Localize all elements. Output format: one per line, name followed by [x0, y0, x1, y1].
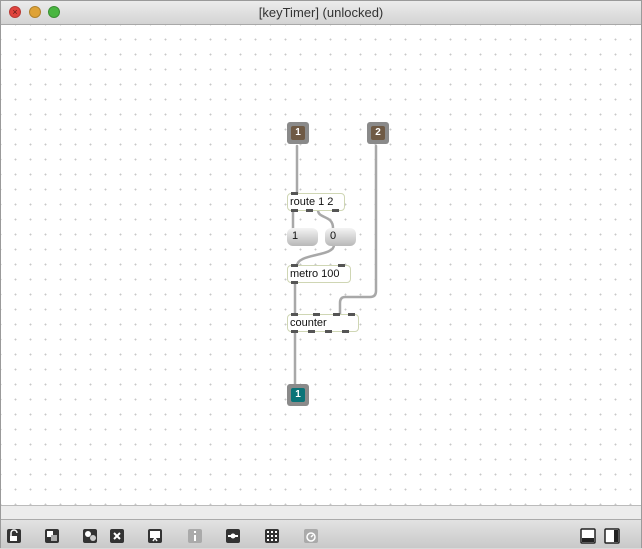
title-bar[interactable]: × [keyTimer] (unlocked) [1, 1, 641, 25]
metro-object[interactable]: metro 100 [287, 264, 351, 284]
route-outlet-3[interactable] [332, 209, 339, 212]
paint-icon[interactable] [147, 528, 163, 544]
patcher-view-icon[interactable] [580, 528, 596, 544]
window-title: [keyTimer] (unlocked) [258, 5, 384, 20]
metro-inlet-1[interactable] [291, 264, 298, 267]
bottom-toolbar [1, 519, 641, 548]
route-inlet[interactable] [291, 192, 298, 195]
metro-inlet-2[interactable] [338, 264, 345, 267]
inlet-2[interactable]: 2 [367, 122, 389, 144]
close-object-icon[interactable] [109, 528, 125, 544]
message-1[interactable]: 1 [287, 228, 318, 246]
counter-object[interactable]: counter [287, 313, 359, 333]
route-object[interactable]: route 1 2 [287, 192, 345, 212]
counter-text: counter [290, 317, 327, 329]
inlet-1-label: 1 [291, 126, 305, 140]
inlet-2-label: 2 [371, 126, 385, 140]
message-0[interactable]: 0 [325, 228, 356, 246]
inlet-1[interactable]: 1 [287, 122, 309, 144]
counter-outlet-3[interactable] [325, 330, 332, 333]
route-text: route 1 2 [290, 196, 334, 208]
info-icon[interactable] [187, 528, 203, 544]
new-object-icon[interactable] [82, 528, 98, 544]
outlet-1-label: 1 [291, 388, 305, 402]
inspector-icon[interactable] [225, 528, 241, 544]
outlet-1[interactable]: 1 [287, 384, 309, 406]
presentation-view-icon[interactable] [604, 528, 620, 544]
counter-outlet-1[interactable] [291, 330, 298, 333]
route-outlet-2[interactable] [306, 209, 313, 212]
presentation-icon[interactable] [44, 528, 60, 544]
status-bar [1, 505, 641, 520]
message-0-text: 0 [330, 230, 337, 242]
grid-icon[interactable] [264, 528, 280, 544]
counter-inlet-4[interactable] [348, 313, 355, 316]
counter-inlet-3[interactable] [333, 313, 340, 316]
lock-icon[interactable] [6, 528, 22, 544]
counter-inlet-2[interactable] [313, 313, 320, 316]
route-outlet-1[interactable] [291, 209, 298, 212]
metro-text: metro 100 [290, 268, 340, 280]
snap-icon[interactable] [303, 528, 319, 544]
counter-outlet-2[interactable] [308, 330, 315, 333]
message-1-text: 1 [292, 230, 299, 242]
counter-inlet-1[interactable] [291, 313, 298, 316]
counter-outlet-4[interactable] [342, 330, 349, 333]
patcher-window: × [keyTimer] (unlocked) 1 2 route 1 2 1 … [0, 0, 642, 548]
metro-outlet[interactable] [291, 281, 298, 284]
